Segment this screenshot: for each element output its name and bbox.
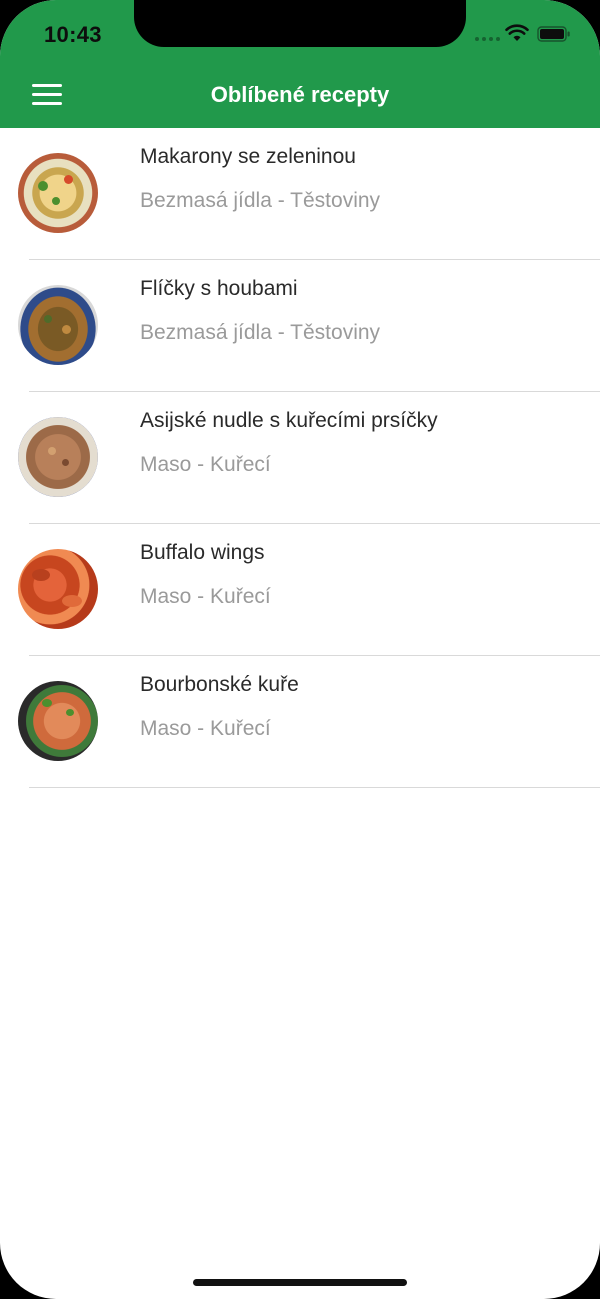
recipe-list-item[interactable]: Flíčky s houbami Bezmasá jídla - Těstovi… — [0, 260, 600, 392]
recipe-thumbnail — [18, 153, 98, 233]
signal-icon — [475, 37, 500, 41]
recipe-title: Asijské nudle s kuřecími prsíčky — [140, 409, 438, 432]
recipe-category: Bezmasá jídla - Těstoviny — [140, 189, 381, 212]
recipe-thumbnail — [18, 417, 98, 497]
recipe-thumbnail — [18, 285, 98, 365]
recipe-title: Makarony se zeleninou — [140, 145, 356, 168]
recipe-category: Maso - Kuřecí — [140, 585, 271, 608]
recipe-thumbnail — [18, 549, 98, 629]
home-indicator[interactable] — [193, 1279, 407, 1286]
recipe-title: Bourbonské kuře — [140, 673, 299, 696]
recipe-list-item[interactable]: Asijské nudle s kuřecími prsíčky Maso - … — [0, 392, 600, 524]
phone-screen: 10:43 Oblíbené recepty Makarony se zelen… — [0, 0, 600, 1299]
recipe-thumbnail — [18, 681, 98, 761]
recipe-category: Bezmasá jídla - Těstoviny — [140, 321, 381, 344]
recipe-list-item[interactable]: Bourbonské kuře Maso - Kuřecí — [0, 656, 600, 788]
recipe-title: Buffalo wings — [140, 541, 265, 564]
status-time: 10:43 — [44, 22, 102, 47]
notch — [134, 0, 466, 47]
recipe-list-item[interactable]: Makarony se zeleninou Bezmasá jídla - Tě… — [0, 128, 600, 260]
app-header: 10:43 Oblíbené recepty — [0, 0, 600, 128]
list-divider — [29, 787, 600, 788]
recipe-title: Flíčky s houbami — [140, 277, 298, 300]
recipe-category: Maso - Kuřecí — [140, 453, 271, 476]
recipe-list-item[interactable]: Buffalo wings Maso - Kuřecí — [0, 524, 600, 656]
page-title: Oblíbené recepty — [210, 82, 390, 107]
recipe-category: Maso - Kuřecí — [140, 717, 271, 740]
battery-icon — [537, 26, 570, 42]
favorite-recipes-list: Makarony se zeleninou Bezmasá jídla - Tě… — [0, 128, 600, 788]
wifi-icon — [505, 24, 529, 41]
